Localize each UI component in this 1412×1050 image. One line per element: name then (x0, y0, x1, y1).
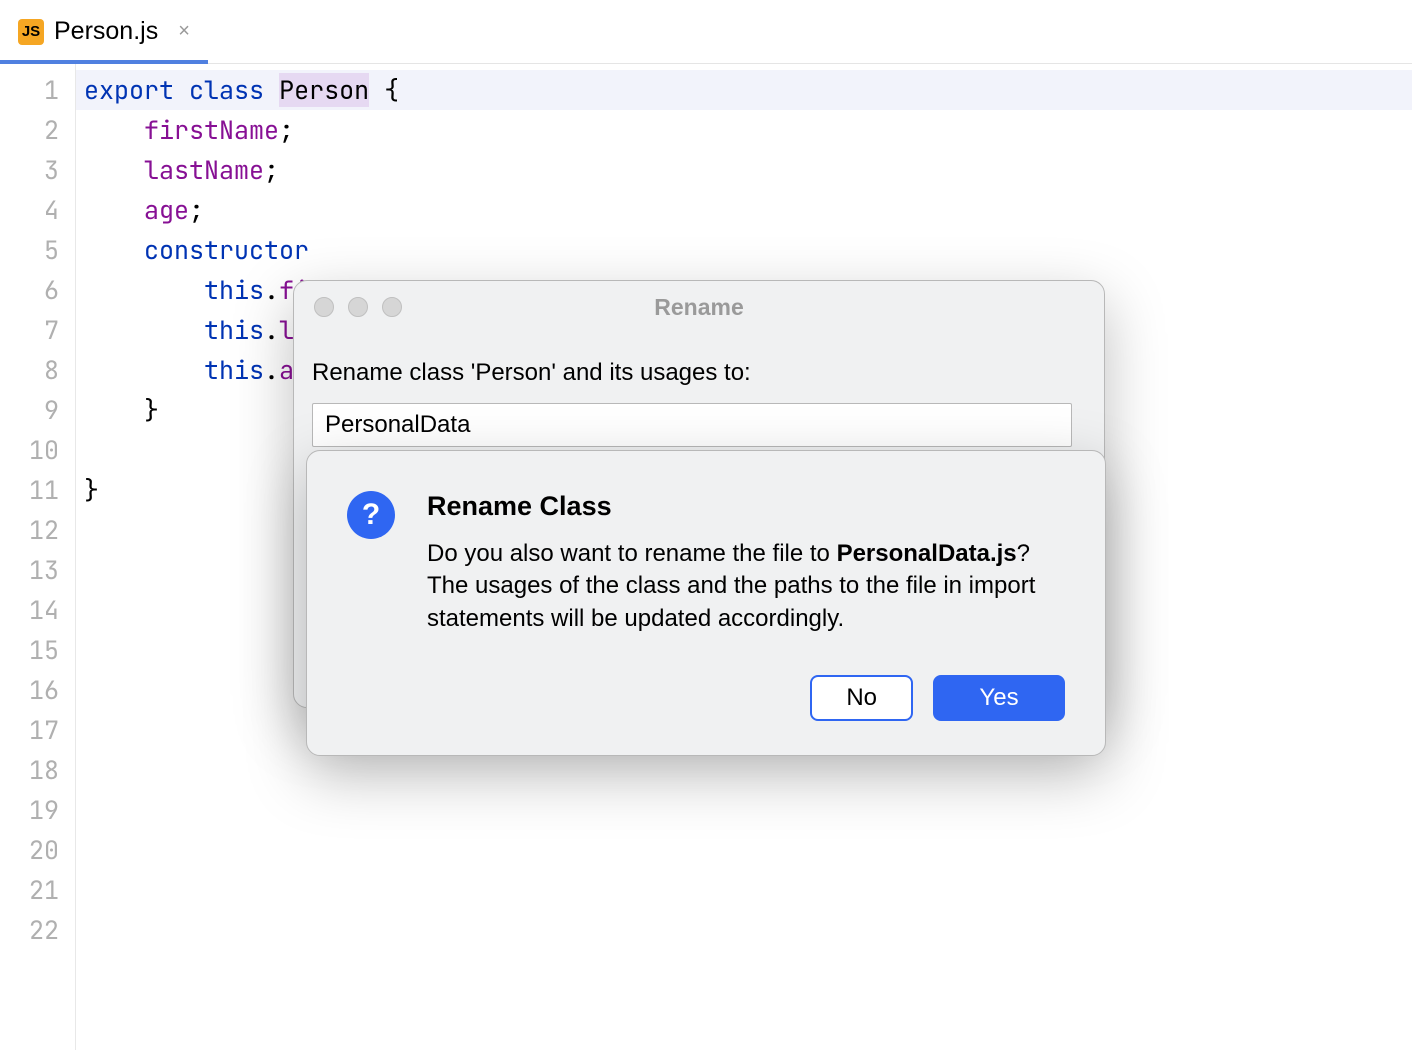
line-number: 5 (0, 230, 75, 270)
rename-class-confirm-dialog: ? Rename Class Do you also want to renam… (306, 450, 1106, 756)
line-number: 8 (0, 350, 75, 390)
code-editor[interactable]: 12345678910111213141516171819202122 expo… (0, 64, 1412, 1050)
tab-person-js[interactable]: JS Person.js × (0, 0, 208, 63)
traffic-light-zoom-icon[interactable] (382, 297, 402, 317)
line-number: 22 (0, 910, 75, 950)
line-number: 19 (0, 790, 75, 830)
line-number: 1 (0, 70, 75, 110)
code-line[interactable]: export class Person { (76, 70, 1412, 110)
line-number: 20 (0, 830, 75, 870)
line-number: 3 (0, 150, 75, 190)
no-button[interactable]: No (810, 675, 913, 721)
line-number: 9 (0, 390, 75, 430)
traffic-light-close-icon[interactable] (314, 297, 334, 317)
window-controls[interactable] (314, 297, 402, 317)
code-line[interactable]: age; (76, 190, 1412, 230)
line-number: 10 (0, 430, 75, 470)
line-number: 7 (0, 310, 75, 350)
code-line[interactable] (76, 910, 1412, 950)
question-icon: ? (347, 491, 395, 539)
line-number: 2 (0, 110, 75, 150)
line-number: 15 (0, 630, 75, 670)
line-number: 6 (0, 270, 75, 310)
line-number: 4 (0, 190, 75, 230)
line-number: 16 (0, 670, 75, 710)
rename-input[interactable] (312, 403, 1072, 447)
code-line[interactable] (76, 870, 1412, 910)
line-number: 18 (0, 750, 75, 790)
js-file-icon: JS (18, 19, 44, 45)
tab-filename: Person.js (54, 17, 158, 46)
yes-button[interactable]: Yes (933, 675, 1065, 721)
code-line[interactable] (76, 830, 1412, 870)
rename-dialog-title: Rename (294, 294, 1104, 321)
line-number: 11 (0, 470, 75, 510)
code-line[interactable]: constructor (76, 230, 1412, 270)
line-number: 12 (0, 510, 75, 550)
code-line[interactable]: firstName; (76, 110, 1412, 150)
code-line[interactable]: lastName; (76, 150, 1412, 190)
traffic-light-minimize-icon[interactable] (348, 297, 368, 317)
close-icon[interactable]: × (178, 20, 190, 43)
line-number: 14 (0, 590, 75, 630)
line-number: 13 (0, 550, 75, 590)
confirm-dialog-title: Rename Class (427, 491, 1065, 522)
line-number-gutter: 12345678910111213141516171819202122 (0, 64, 76, 1050)
rename-dialog-label: Rename class 'Person' and its usages to: (312, 359, 1080, 387)
code-line[interactable] (76, 790, 1412, 830)
line-number: 17 (0, 710, 75, 750)
dialog-titlebar[interactable]: Rename (294, 281, 1104, 333)
confirm-dialog-text: Do you also want to rename the file to P… (427, 538, 1065, 635)
tab-bar: JS Person.js × (0, 0, 1412, 64)
line-number: 21 (0, 870, 75, 910)
